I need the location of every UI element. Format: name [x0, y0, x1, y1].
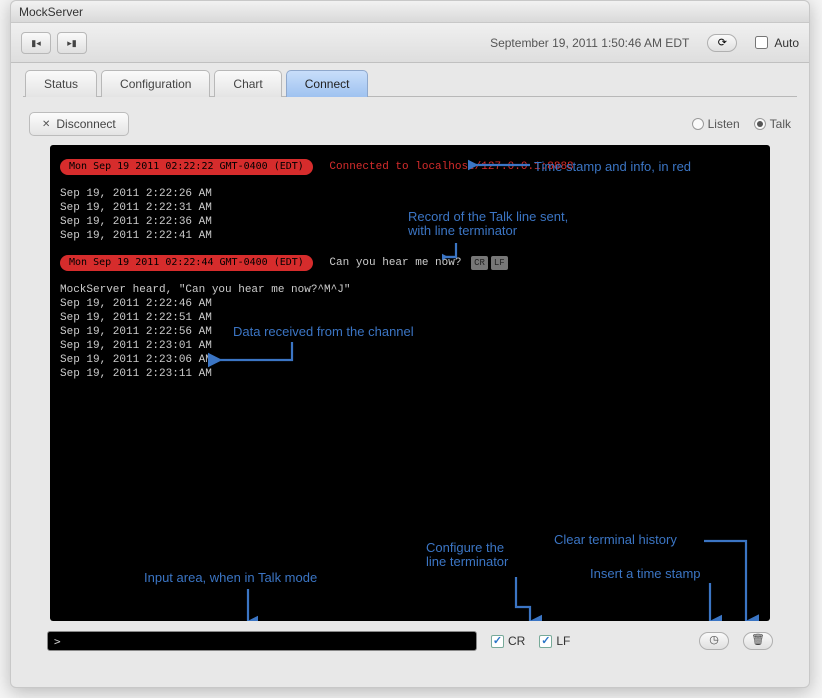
log-line: Sep 19, 2011 2:23:06 AM [60, 353, 760, 367]
log-line: Sep 19, 2011 2:22:31 AM [60, 201, 760, 215]
tab-status[interactable]: Status [25, 70, 97, 97]
log-line: Sep 19, 2011 2:23:01 AM [60, 339, 760, 353]
close-icon: ✕ [42, 119, 50, 130]
log-line: Sep 19, 2011 2:22:36 AM [60, 215, 760, 229]
mode-talk-radio[interactable]: Talk [754, 117, 791, 131]
talk-line-text: Can you hear me now? [329, 257, 461, 269]
window-title: MockServer [19, 5, 83, 19]
tab-configuration[interactable]: Configuration [101, 70, 210, 97]
auto-checkbox[interactable] [755, 36, 768, 49]
lf-checkbox-wrap[interactable]: LF [539, 634, 570, 648]
talk-label: Talk [770, 117, 791, 131]
actions-row: ✕ Disconnect Listen Talk [29, 107, 791, 141]
tabs-row: Status Configuration Chart Connect [11, 63, 809, 97]
tab-chart[interactable]: Chart [214, 70, 281, 97]
connected-text: Connected to localhost/127.0.0.1:8888 [329, 161, 573, 173]
annotation-input-area: Input area, when in Talk mode [144, 571, 317, 585]
bottom-controls: CR LF ◷ 🗑 [29, 631, 791, 651]
log-line: Sep 19, 2011 2:22:56 AM [60, 325, 760, 339]
auto-checkbox-wrap[interactable]: Auto [751, 33, 799, 52]
cr-label: CR [508, 634, 525, 648]
cr-checkbox-wrap[interactable]: CR [491, 634, 525, 648]
log-line: Sep 19, 2011 2:23:11 AM [60, 367, 760, 381]
titlebar: MockServer [11, 1, 809, 23]
mode-listen-radio[interactable]: Listen [692, 117, 740, 131]
clear-history-button[interactable]: 🗑 [743, 632, 773, 650]
content-area: ✕ Disconnect Listen Talk Mon Sep 19 2011… [11, 97, 809, 661]
terminal-output[interactable]: Mon Sep 19 2011 02:22:22 GMT-0400 (EDT) … [50, 145, 770, 621]
trash-icon: 🗑 [751, 634, 765, 646]
app-window: MockServer ▮◂ ▸▮ September 19, 2011 1:50… [10, 0, 810, 688]
log-line: Sep 19, 2011 2:22:46 AM [60, 297, 760, 311]
disconnect-button[interactable]: ✕ Disconnect [29, 112, 129, 136]
lf-checkbox[interactable] [539, 635, 552, 648]
talk-input[interactable] [47, 631, 477, 651]
nav-back-button[interactable]: ▮◂ [21, 32, 51, 54]
auto-label: Auto [774, 36, 799, 50]
lf-label: LF [556, 634, 570, 648]
annotation-configure-lt: Configure the line terminator [426, 541, 508, 569]
cr-checkbox[interactable] [491, 635, 504, 648]
log-line: Sep 19, 2011 2:22:41 AM [60, 229, 760, 243]
listen-label: Listen [708, 117, 740, 131]
timestamp-pill: Mon Sep 19 2011 02:22:22 GMT-0400 (EDT) [60, 159, 313, 175]
log-line: Sep 19, 2011 2:22:51 AM [60, 311, 760, 325]
nav-forward-button[interactable]: ▸▮ [57, 32, 87, 54]
insert-timestamp-button[interactable]: ◷ [699, 632, 729, 650]
tab-connect[interactable]: Connect [286, 70, 369, 97]
annotation-insert-ts: Insert a time stamp [590, 567, 701, 581]
refresh-button[interactable]: ⟳ [707, 34, 737, 52]
cr-badge: CR [471, 256, 488, 270]
log-line: MockServer heard, "Can you hear me now?^… [60, 283, 760, 297]
clock-icon: ◷ [709, 634, 719, 646]
toolbar: ▮◂ ▸▮ September 19, 2011 1:50:46 AM EDT … [11, 23, 809, 63]
toolbar-clock: September 19, 2011 1:50:46 AM EDT [490, 36, 689, 50]
log-line: Sep 19, 2011 2:22:26 AM [60, 187, 760, 201]
lf-badge: LF [491, 256, 508, 270]
timestamp-pill: Mon Sep 19 2011 02:22:44 GMT-0400 (EDT) [60, 255, 313, 271]
disconnect-label: Disconnect [56, 117, 115, 131]
annotation-clear-history: Clear terminal history [554, 533, 677, 547]
